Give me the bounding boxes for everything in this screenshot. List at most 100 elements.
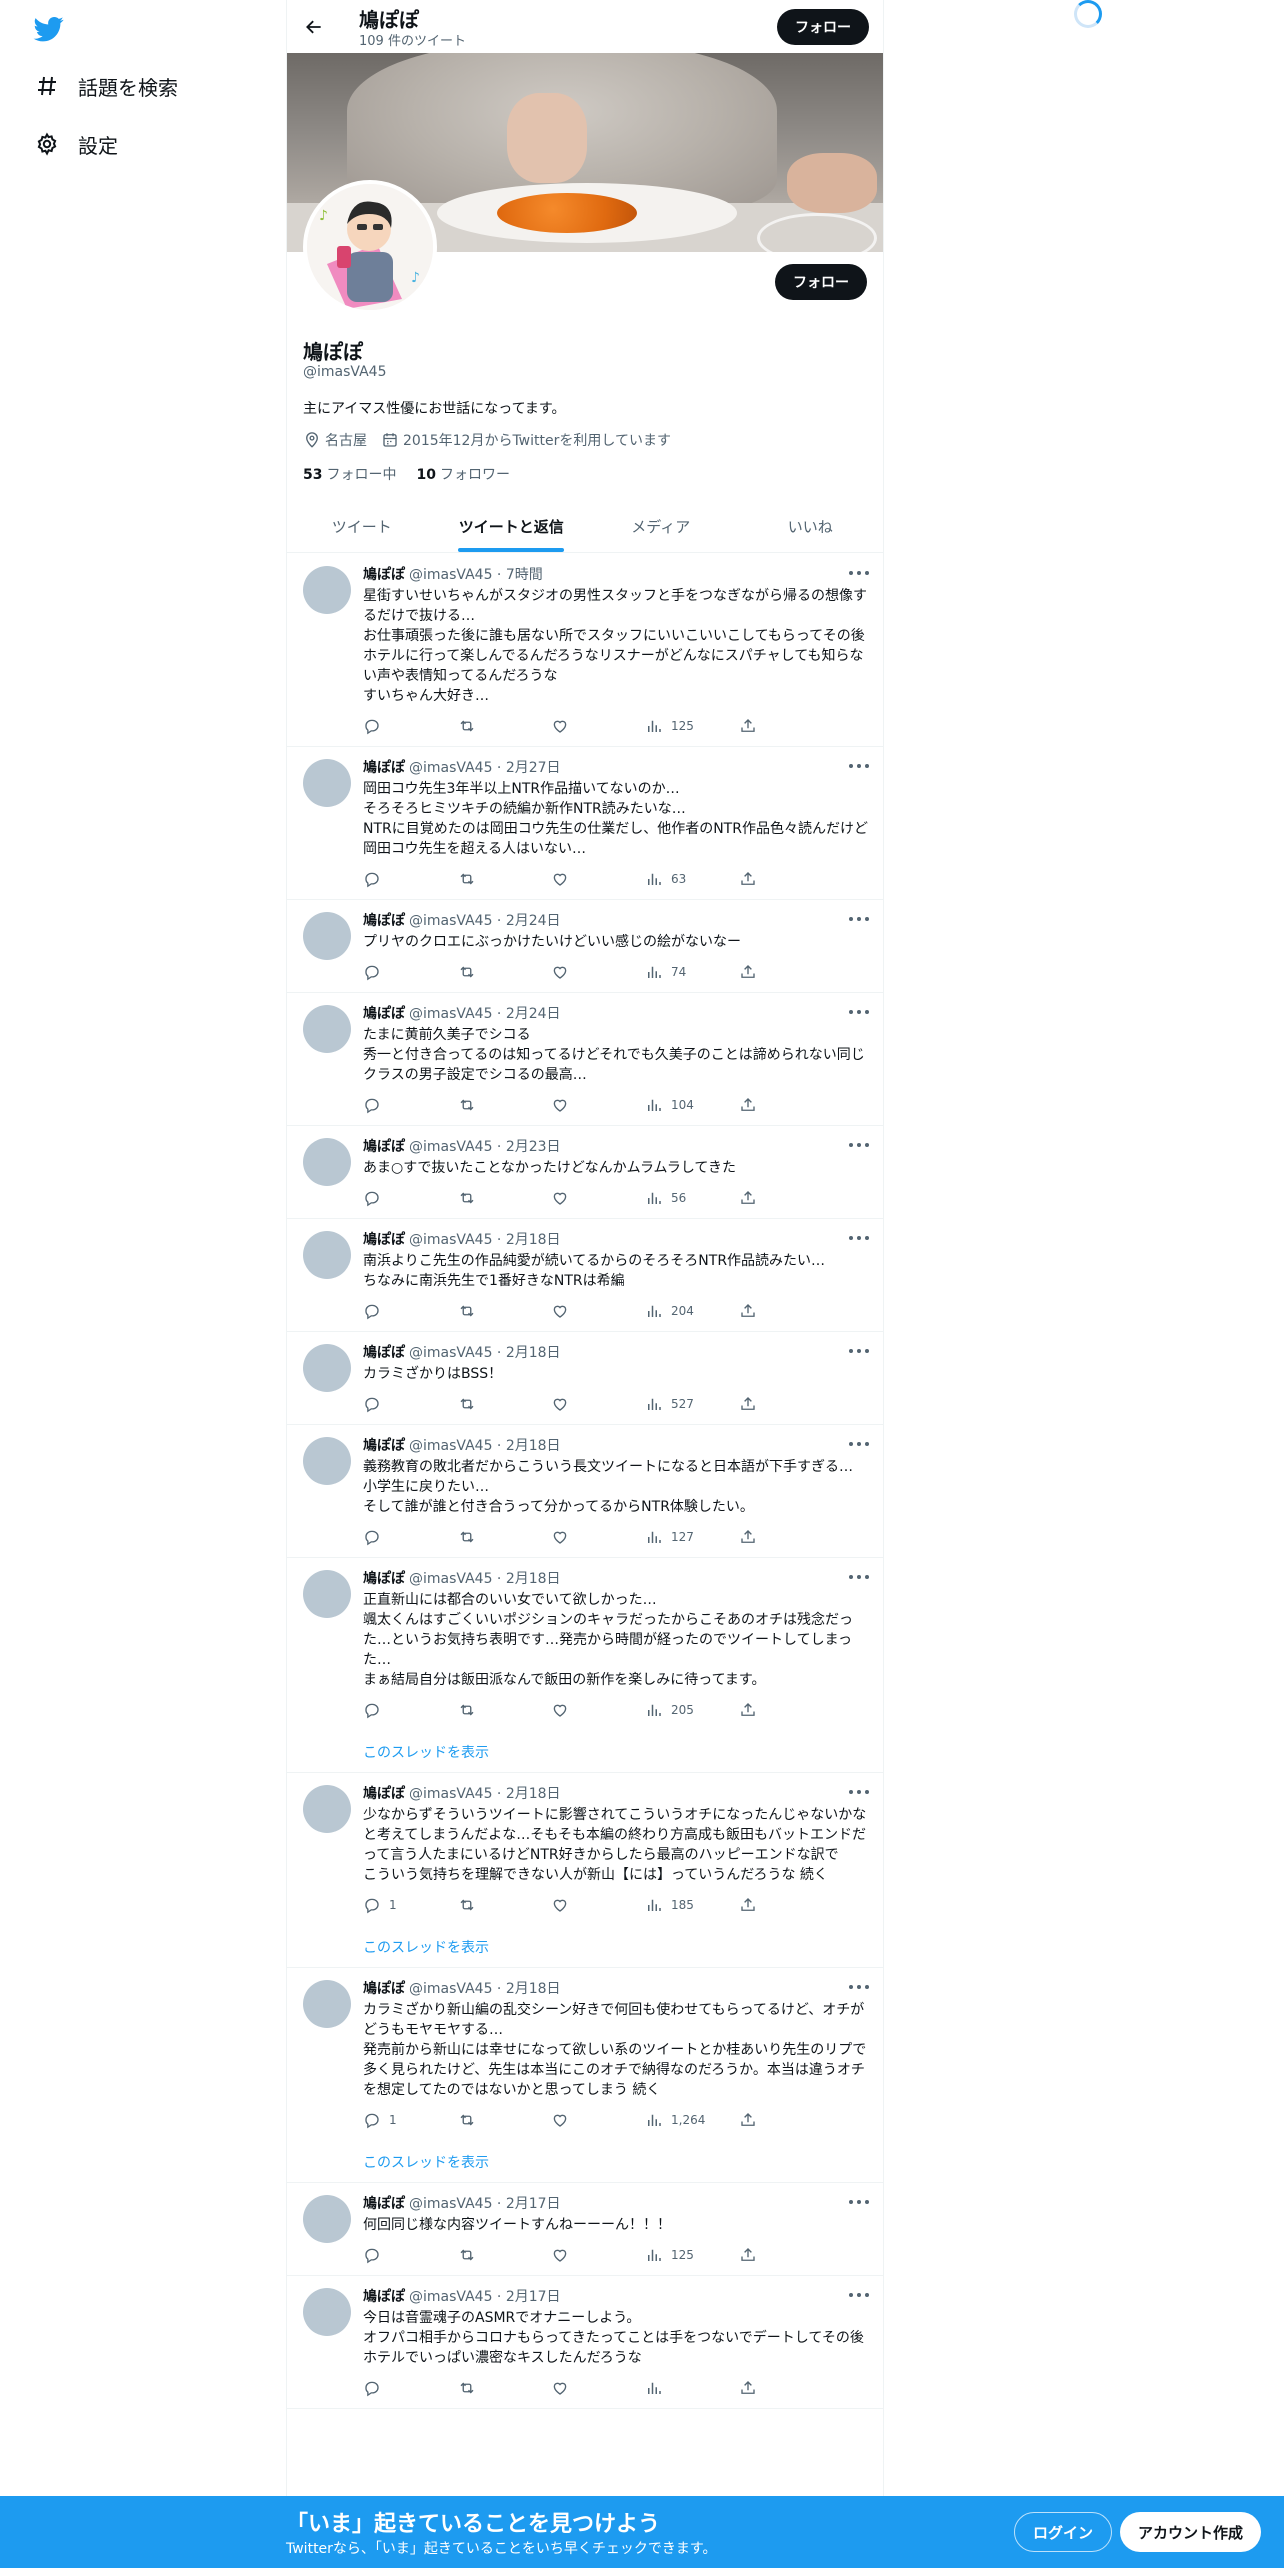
tweet[interactable]: 鳩ぽぽ @imasVA45 · 2月18日 少なからずそういうツイートに影響されてこ… (287, 1773, 883, 1968)
tweet-author-name[interactable]: 鳩ぽぽ (363, 1783, 405, 1803)
reply-button[interactable]: 1 (363, 1896, 457, 1914)
retweet-button[interactable] (457, 717, 551, 735)
views-button[interactable]: 1,264 (645, 2111, 739, 2129)
views-button[interactable]: 205 (645, 1701, 739, 1719)
share-button[interactable] (739, 1528, 833, 1546)
tweet-handle-time[interactable]: @imasVA45 · 2月18日 (409, 1783, 561, 1803)
views-button[interactable]: 63 (645, 870, 739, 888)
like-button[interactable] (551, 1528, 645, 1546)
like-button[interactable] (551, 717, 645, 735)
profile-avatar[interactable]: ♪ ♪ (303, 180, 437, 314)
tweet-avatar[interactable] (303, 1437, 351, 1485)
show-thread-link[interactable]: このスレッドを表示 (363, 1742, 869, 1762)
tweet-author-name[interactable]: 鳩ぽぽ (363, 2193, 405, 2213)
retweet-button[interactable] (457, 1302, 551, 1320)
more-options-icon[interactable] (849, 1570, 869, 1584)
reply-button[interactable] (363, 963, 457, 981)
tweet-avatar[interactable] (303, 759, 351, 807)
reply-button[interactable] (363, 870, 457, 888)
tab-tweets[interactable]: ツイート (287, 500, 437, 552)
retweet-button[interactable] (457, 870, 551, 888)
tweet-handle-time[interactable]: @imasVA45 · 2月23日 (409, 1136, 561, 1156)
views-button[interactable]: 74 (645, 963, 739, 981)
login-button[interactable]: ログイン (1014, 2512, 1113, 2552)
tweet-author-name[interactable]: 鳩ぽぽ (363, 910, 405, 930)
tweet-author-name[interactable]: 鳩ぽぽ (363, 564, 405, 584)
share-button[interactable] (739, 2246, 833, 2264)
tweet-avatar[interactable] (303, 1980, 351, 2028)
tweet[interactable]: 鳩ぽぽ @imasVA45 · 2月18日 義務教育の敗北者だからこういう長文ツイー… (287, 1425, 883, 1558)
more-options-icon[interactable] (849, 1231, 869, 1245)
share-button[interactable] (739, 1096, 833, 1114)
retweet-button[interactable] (457, 963, 551, 981)
more-options-icon[interactable] (849, 1005, 869, 1019)
tab-likes[interactable]: いいね (736, 500, 884, 552)
tweet-handle-time[interactable]: @imasVA45 · 2月17日 (409, 2193, 561, 2213)
more-options-icon[interactable] (849, 566, 869, 580)
more-options-icon[interactable] (849, 1437, 869, 1451)
like-button[interactable] (551, 1896, 645, 1914)
like-button[interactable] (551, 1189, 645, 1207)
tweet-handle-time[interactable]: @imasVA45 · 2月27日 (409, 757, 561, 777)
tweet-author-name[interactable]: 鳩ぽぽ (363, 1136, 405, 1156)
tweet[interactable]: 鳩ぽぽ @imasVA45 · 2月23日 あま○すで抜いたことなかったけどなんかム… (287, 1126, 883, 1219)
like-button[interactable] (551, 2379, 645, 2397)
like-button[interactable] (551, 2246, 645, 2264)
nav-explore[interactable]: 話題を検索 (32, 66, 178, 106)
retweet-button[interactable] (457, 1701, 551, 1719)
retweet-button[interactable] (457, 1395, 551, 1413)
more-options-icon[interactable] (849, 1785, 869, 1799)
views-button[interactable]: 56 (645, 1189, 739, 1207)
tweet[interactable]: 鳩ぽぽ @imasVA45 · 2月18日 正直新山には都合のいい女でいて欲しかった… (287, 1558, 883, 1773)
nav-settings[interactable]: 設定 (32, 124, 118, 164)
share-button[interactable] (739, 1189, 833, 1207)
retweet-button[interactable] (457, 1189, 551, 1207)
retweet-button[interactable] (457, 2111, 551, 2129)
tab-media[interactable]: メディア (586, 500, 736, 552)
tweet-author-name[interactable]: 鳩ぽぽ (363, 1229, 405, 1249)
tweet-author-name[interactable]: 鳩ぽぽ (363, 757, 405, 777)
tweet-handle-time[interactable]: @imasVA45 · 2月18日 (409, 1342, 561, 1362)
tweet-handle-time[interactable]: @imasVA45 · 2月18日 (409, 1978, 561, 1998)
reply-button[interactable] (363, 1528, 457, 1546)
tweet[interactable]: 鳩ぽぽ @imasVA45 · 2月27日 岡田コウ先生3年半以上NTR作品描いてな… (287, 747, 883, 900)
reply-button[interactable] (363, 1701, 457, 1719)
more-options-icon[interactable] (849, 2195, 869, 2209)
share-button[interactable] (739, 1302, 833, 1320)
twitter-bird-icon[interactable] (32, 14, 66, 44)
tweet-avatar[interactable] (303, 1344, 351, 1392)
reply-button[interactable] (363, 2379, 457, 2397)
signup-button[interactable]: アカウント作成 (1120, 2512, 1262, 2552)
profile-follow-button[interactable]: フォロー (775, 264, 867, 300)
tweet-author-name[interactable]: 鳩ぽぽ (363, 2286, 405, 2306)
reply-button[interactable] (363, 1189, 457, 1207)
retweet-button[interactable] (457, 1896, 551, 1914)
share-button[interactable] (739, 2111, 833, 2129)
tweet[interactable]: 鳩ぽぽ @imasVA45 · 7時間 星街すいせいちゃんがスタジオの男性スタッフと… (287, 554, 883, 747)
tweet-handle-time[interactable]: @imasVA45 · 2月24日 (409, 1003, 561, 1023)
share-button[interactable] (739, 1701, 833, 1719)
more-options-icon[interactable] (849, 1138, 869, 1152)
reply-button[interactable] (363, 2246, 457, 2264)
tweet[interactable]: 鳩ぽぽ @imasVA45 · 2月24日 たまに黄前久美子でシコる 秀一と付き合っ… (287, 993, 883, 1126)
tweet-author-name[interactable]: 鳩ぽぽ (363, 1342, 405, 1362)
reply-button[interactable]: 1 (363, 2111, 457, 2129)
retweet-button[interactable] (457, 2379, 551, 2397)
views-button[interactable]: 104 (645, 1096, 739, 1114)
back-arrow-icon[interactable] (297, 10, 331, 44)
tweet-author-name[interactable]: 鳩ぽぽ (363, 1978, 405, 1998)
followers-link[interactable]: 10 フォロワー (416, 464, 509, 484)
tweet-avatar[interactable] (303, 2288, 351, 2336)
following-link[interactable]: 53 フォロー中 (303, 464, 396, 484)
tweet[interactable]: 鳩ぽぽ @imasVA45 · 2月17日 何回同じ様な内容ツイートすんねーーーん！… (287, 2183, 883, 2276)
tweet[interactable]: 鳩ぽぽ @imasVA45 · 2月18日 カラミざかり新山編の乱交シーン好きで何回… (287, 1968, 883, 2183)
tweet-handle-time[interactable]: @imasVA45 · 7時間 (409, 564, 543, 584)
share-button[interactable] (739, 963, 833, 981)
more-options-icon[interactable] (849, 759, 869, 773)
views-button[interactable]: 204 (645, 1302, 739, 1320)
like-button[interactable] (551, 1395, 645, 1413)
views-button[interactable]: 125 (645, 717, 739, 735)
views-button[interactable]: 527 (645, 1395, 739, 1413)
tweet-avatar[interactable] (303, 1231, 351, 1279)
show-thread-link[interactable]: このスレッドを表示 (363, 2152, 869, 2172)
